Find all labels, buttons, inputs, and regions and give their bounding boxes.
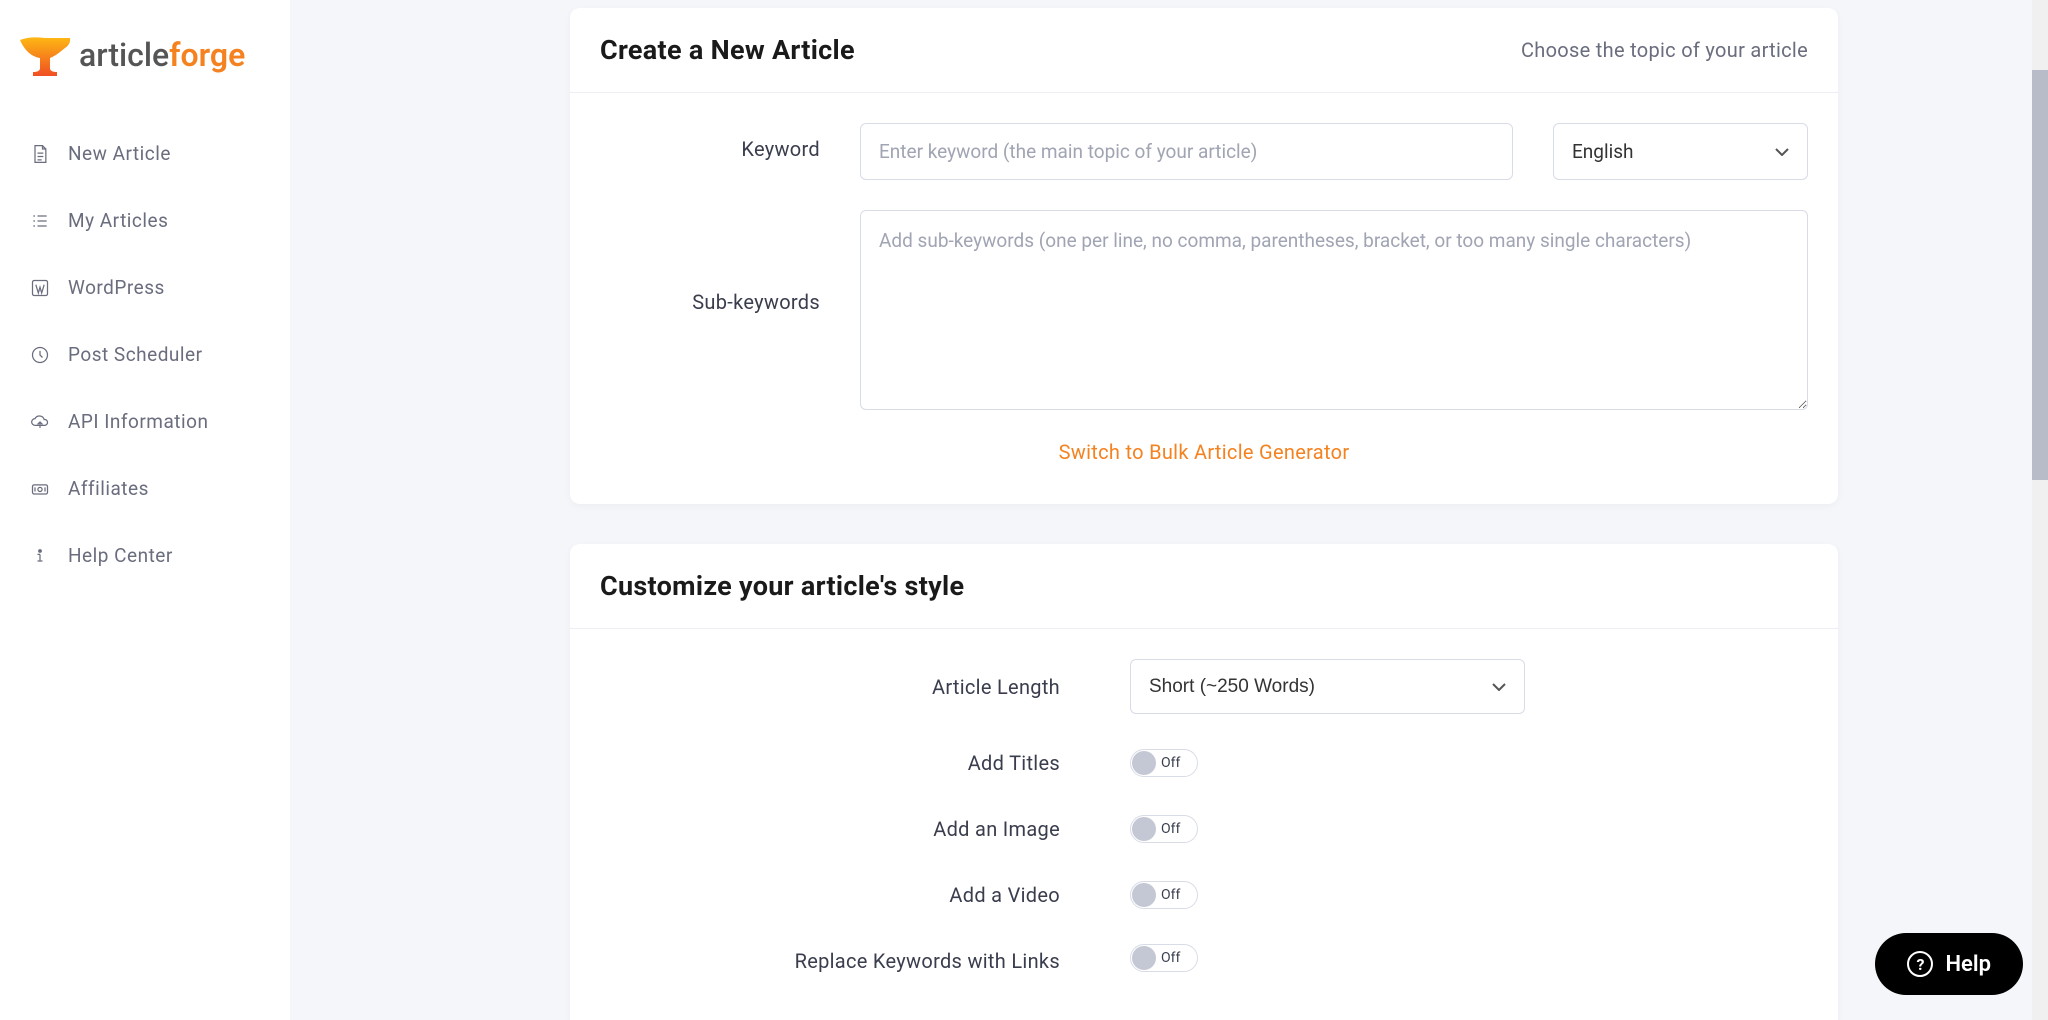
replace-keywords-label: Replace Keywords with Links [600,944,1130,978]
logo-text: articleforge [79,36,245,74]
cloud-icon [30,412,50,432]
toggle-knob-icon [1132,883,1156,907]
create-article-card: Create a New Article Choose the topic of… [570,8,1838,504]
sidebar: articleforge New Article My Articles Wor… [0,0,290,1020]
keyword-label: Keyword [600,123,860,161]
logo[interactable]: articleforge [0,30,290,120]
sidebar-item-label: Affiliates [68,477,149,500]
clock-icon [30,345,50,365]
add-titles-toggle[interactable]: Off [1130,749,1198,777]
add-video-toggle[interactable]: Off [1130,881,1198,909]
sidebar-item-wordpress[interactable]: WordPress [0,254,290,321]
card-title: Customize your article's style [600,570,964,602]
language-select[interactable]: English [1553,123,1808,180]
toggle-knob-icon [1132,946,1156,970]
add-image-label: Add an Image [600,812,1130,846]
sidebar-item-new-article[interactable]: New Article [0,120,290,187]
replace-keywords-toggle[interactable]: Off [1130,944,1198,972]
sidebar-item-label: My Articles [68,209,168,232]
question-icon: ? [1907,951,1933,977]
list-icon [30,211,50,231]
article-length-label: Article Length [600,670,1130,704]
help-button[interactable]: ? Help [1875,933,2023,995]
keyword-input[interactable] [860,123,1513,180]
info-icon [30,546,50,566]
card-title: Create a New Article [600,34,855,66]
add-video-label: Add a Video [600,878,1130,912]
subkeywords-label: Sub-keywords [600,210,860,314]
anvil-icon [15,30,75,80]
toggle-knob-icon [1132,817,1156,841]
money-icon [30,479,50,499]
wordpress-icon [30,278,50,298]
toggle-state: Off [1161,755,1180,771]
toggle-state: Off [1161,821,1180,837]
sidebar-item-label: Post Scheduler [68,343,203,366]
scrollbar-thumb[interactable] [2032,70,2048,480]
document-icon [30,144,50,164]
toggle-state: Off [1161,887,1180,903]
sidebar-item-post-scheduler[interactable]: Post Scheduler [0,321,290,388]
toggle-knob-icon [1132,751,1156,775]
bulk-generator-link[interactable]: Switch to Bulk Article Generator [600,440,1808,464]
sidebar-item-label: Help Center [68,544,173,567]
sidebar-item-my-articles[interactable]: My Articles [0,187,290,254]
help-label: Help [1945,952,1991,977]
scrollbar[interactable] [2032,0,2048,1020]
main-content: Create a New Article Choose the topic of… [290,0,2048,1020]
sidebar-item-api-information[interactable]: API Information [0,388,290,455]
customize-style-card: Customize your article's style Article L… [570,544,1838,1020]
sidebar-item-help-center[interactable]: Help Center [0,522,290,589]
article-length-select[interactable]: Short (~250 Words) [1130,659,1525,714]
sidebar-item-label: API Information [68,410,208,433]
add-image-toggle[interactable]: Off [1130,815,1198,843]
add-titles-label: Add Titles [600,746,1130,780]
toggle-state: Off [1161,950,1180,966]
card-header: Create a New Article Choose the topic of… [570,8,1838,93]
card-subtitle: Choose the topic of your article [1521,38,1808,62]
card-header: Customize your article's style [570,544,1838,629]
sidebar-item-label: New Article [68,142,171,165]
sidebar-item-label: WordPress [68,276,165,299]
subkeywords-input[interactable] [860,210,1808,410]
sidebar-item-affiliates[interactable]: Affiliates [0,455,290,522]
